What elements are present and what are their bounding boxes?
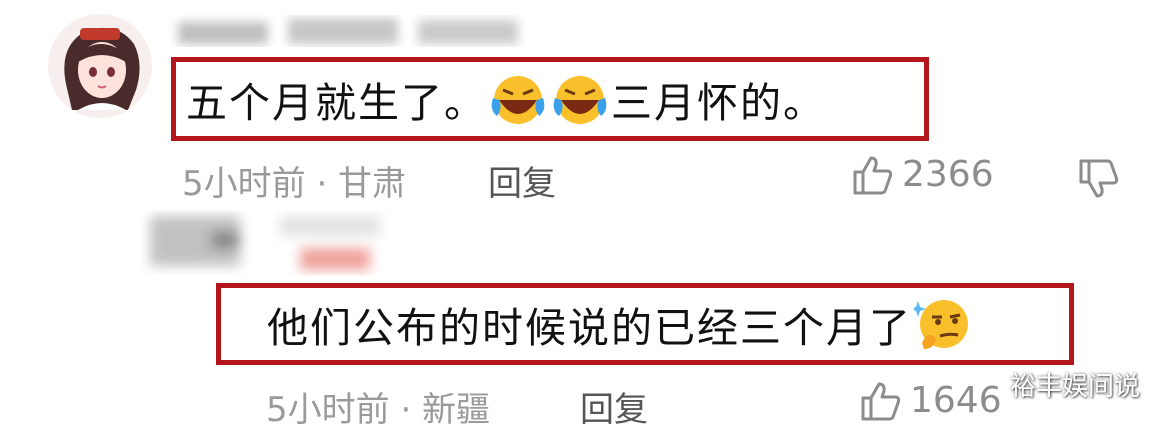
user-avatar[interactable] <box>48 14 152 118</box>
like-count-2: 1646 <box>910 380 1002 421</box>
watermark: 裕丰娱间说 <box>1010 372 1141 402</box>
smirk-thinking-emoji <box>910 295 972 353</box>
reply-button-2[interactable]: 回复 <box>580 382 648 431</box>
reply-text: 他们公布的时候说的已经三个月了 <box>267 304 912 352</box>
dislike-button[interactable] <box>1078 158 1120 202</box>
comment-text: 五个月就生了。 <box>186 79 487 127</box>
thumbs-up-icon <box>861 382 901 420</box>
reply-text-highlighted: 他们公布的时候说的已经三个月了 <box>216 283 1074 365</box>
laughing-crying-emoji <box>489 70 547 128</box>
reply-button[interactable]: 回复 <box>488 156 556 205</box>
laughing-crying-emoji <box>551 70 609 128</box>
thumbs-up-icon <box>853 156 893 194</box>
reply-user-blurred[interactable] <box>140 196 400 286</box>
like-count: 2366 <box>902 154 994 195</box>
like-button-2[interactable]: 1646 <box>860 380 1002 421</box>
comment-text-highlighted: 五个月就生了。 三月怀的。 <box>171 57 929 141</box>
username-blurred[interactable] <box>168 8 538 60</box>
comment-text-continued: 三月怀的。 <box>611 79 826 127</box>
thumbs-down-icon <box>1079 159 1119 198</box>
reply-meta: 5小时前 · 新疆 <box>266 390 491 430</box>
like-button[interactable]: 2366 <box>852 154 994 195</box>
